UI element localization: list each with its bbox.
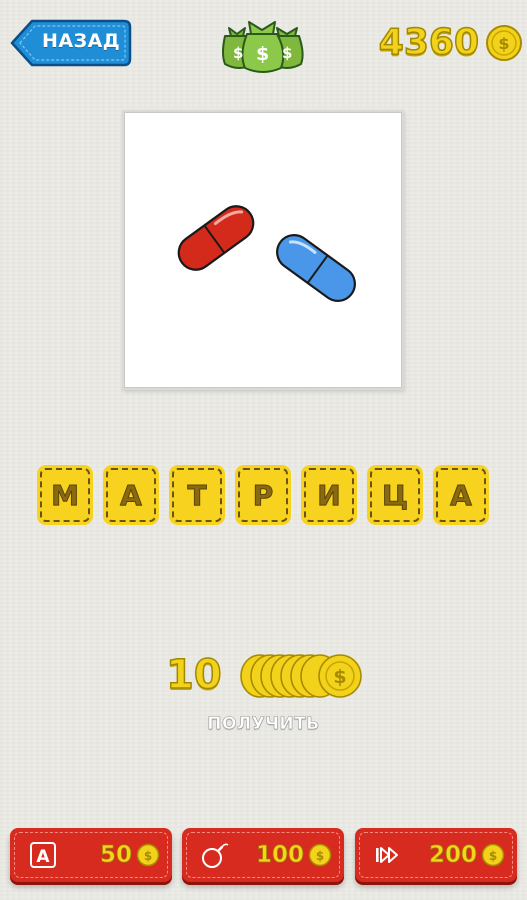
reveal-letter-button[interactable]: A 50 $ bbox=[10, 828, 172, 882]
answer-tile[interactable]: Т bbox=[172, 468, 222, 522]
svg-text:$: $ bbox=[316, 849, 324, 863]
svg-text:$: $ bbox=[489, 849, 497, 863]
gold-coin-icon: $ bbox=[481, 843, 505, 867]
puzzle-picture bbox=[122, 110, 404, 390]
gold-coin-icon: $ bbox=[486, 25, 522, 61]
back-button[interactable]: НАЗАД bbox=[8, 17, 132, 69]
svg-text:$: $ bbox=[233, 44, 243, 62]
bomb-button[interactable]: 100 $ bbox=[182, 828, 344, 882]
svg-text:A: A bbox=[36, 847, 50, 867]
svg-text:$: $ bbox=[333, 666, 346, 688]
reward-amount: 10 bbox=[165, 651, 222, 699]
skip-button[interactable]: 200 $ bbox=[355, 828, 517, 882]
coin-balance: 4360 bbox=[378, 21, 480, 64]
svg-text:$: $ bbox=[282, 44, 292, 62]
answer-tile[interactable]: М bbox=[40, 468, 90, 522]
reveal-letter-price: 50 bbox=[99, 842, 133, 869]
money-bags-icon[interactable]: $ $ $ bbox=[215, 14, 311, 74]
bomb-price: 100 bbox=[255, 842, 305, 869]
svg-text:$: $ bbox=[256, 43, 269, 65]
answer-tile[interactable]: Р bbox=[238, 468, 288, 522]
pills-picture bbox=[177, 205, 356, 302]
answer-tile[interactable]: Ц bbox=[370, 468, 420, 522]
back-button-label: НАЗАД bbox=[42, 30, 121, 52]
skip-price: 200 bbox=[428, 842, 478, 869]
coin-stack-icon[interactable]: $ bbox=[238, 652, 364, 700]
gold-coin-icon: $ bbox=[136, 843, 160, 867]
svg-text:$: $ bbox=[498, 34, 509, 53]
svg-text:$: $ bbox=[144, 849, 152, 863]
answer-tile[interactable]: А bbox=[436, 468, 486, 522]
answer-tile[interactable]: И bbox=[304, 468, 354, 522]
get-reward-label[interactable]: ПОЛУЧИТЬ bbox=[0, 714, 527, 735]
bomb-icon bbox=[202, 843, 229, 868]
blue-pill bbox=[276, 234, 356, 302]
answer-row: М А Т Р И Ц А bbox=[38, 468, 490, 524]
skip-icon bbox=[376, 847, 398, 863]
red-pill bbox=[177, 205, 255, 271]
answer-tile[interactable]: А bbox=[106, 468, 156, 522]
gold-coin-icon: $ bbox=[308, 843, 332, 867]
reveal-letter-icon: A bbox=[30, 842, 56, 868]
